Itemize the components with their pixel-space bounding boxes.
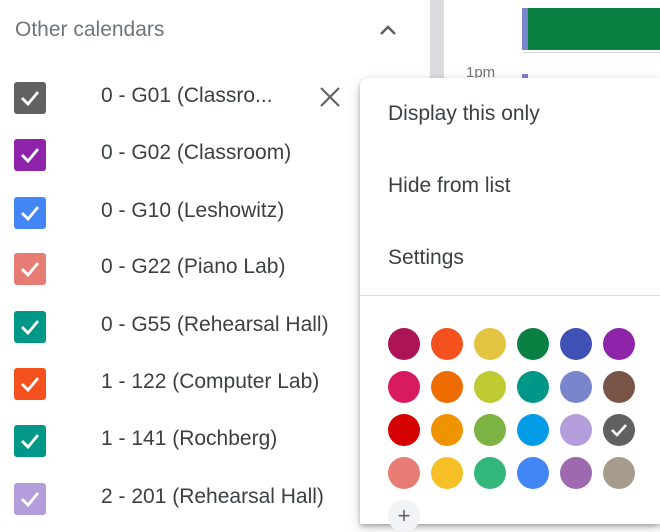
calendar-label: 0 - G22 (Piano Lab) [101,255,286,278]
color-swatch[interactable] [517,371,549,403]
checkmark-icon [21,91,40,107]
color-swatch[interactable] [517,457,549,489]
color-swatch[interactable] [474,371,506,403]
color-swatch[interactable] [431,457,463,489]
color-swatch[interactable] [603,414,635,446]
calendar-label: 1 - 141 (Rochberg) [101,427,278,450]
calendar-label: 0 - G02 (Classroom) [101,141,292,164]
color-swatch[interactable] [603,328,635,360]
chevron-up-icon [380,25,396,35]
color-swatch[interactable] [517,328,549,360]
color-swatch[interactable] [603,371,635,403]
calendar-checkbox[interactable] [14,311,46,343]
calendar-checkbox[interactable] [14,425,46,457]
color-swatch[interactable] [474,457,506,489]
other-calendars-header[interactable]: Other calendars [15,18,164,42]
calendar-event[interactable] [522,8,660,50]
color-swatch[interactable] [560,371,592,403]
menu-item-hide-from-list[interactable]: Hide from list [388,174,511,198]
calendar-checkbox[interactable] [14,139,46,171]
checkmark-icon [21,320,40,336]
add-custom-color-button[interactable]: + [388,500,420,532]
menu-divider [360,295,660,296]
calendar-label: 0 - G10 (Leshowitz) [101,199,285,222]
calendar-label: 1 - 122 (Computer Lab) [101,370,320,393]
color-swatch[interactable] [474,328,506,360]
checkmark-icon [21,262,40,278]
color-swatch[interactable] [603,457,635,489]
calendar-checkbox[interactable] [14,368,46,400]
color-swatch[interactable] [431,328,463,360]
calendar-checkbox[interactable] [14,253,46,285]
close-icon [320,87,340,107]
checkmark-icon [21,148,40,164]
checkmark-icon [21,206,40,222]
color-swatch[interactable] [431,414,463,446]
calendar-checkbox[interactable] [14,82,46,114]
calendar-checkbox[interactable] [14,483,46,515]
collapse-button[interactable] [372,14,404,46]
checkmark-icon [611,424,627,437]
color-swatch[interactable] [431,371,463,403]
calendar-label: 0 - G01 (Classro... [101,84,273,107]
checkmark-icon [21,492,40,508]
color-swatch[interactable] [517,414,549,446]
color-swatch[interactable] [388,414,420,446]
color-swatch[interactable] [388,371,420,403]
checkmark-icon [21,377,40,393]
calendar-checkbox[interactable] [14,197,46,229]
color-swatch[interactable] [560,414,592,446]
plus-icon: + [397,503,411,528]
remove-calendar-button[interactable] [313,80,347,114]
color-swatch[interactable] [474,414,506,446]
menu-item-settings[interactable]: Settings [388,246,464,270]
menu-item-display-this-only[interactable]: Display this only [388,102,540,126]
color-swatch[interactable] [388,328,420,360]
hour-divider [522,52,660,53]
calendar-options-menu: Display this only Hide from list Setting… [360,78,660,532]
color-swatch[interactable] [388,457,420,489]
calendar-label: 2 - 201 (Rehearsal Hall) [101,485,324,508]
color-swatch[interactable] [560,328,592,360]
checkmark-icon [21,434,40,450]
calendar-label: 0 - G55 (Rehearsal Hall) [101,313,329,336]
color-swatch[interactable] [560,457,592,489]
